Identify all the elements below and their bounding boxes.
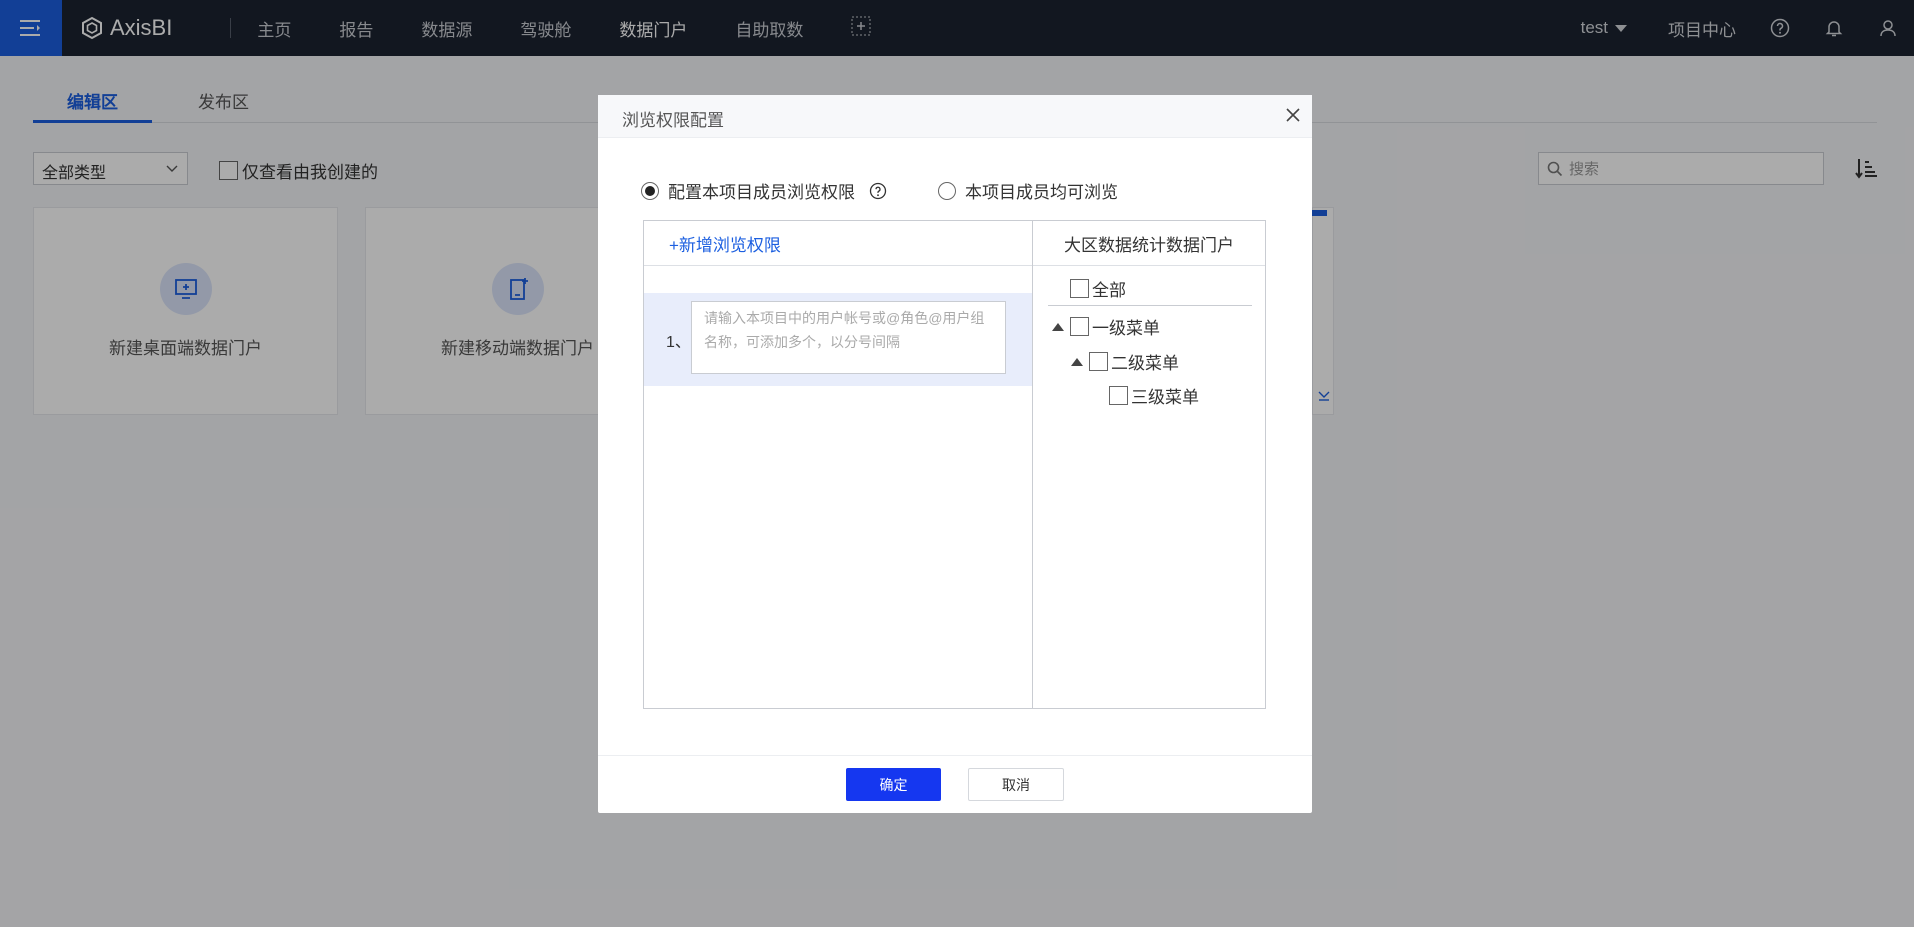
permission-list: +新增浏览权限 1、 请输入本项目中的用户帐号或@角色@用户组名称，可添加多个，… <box>644 221 1033 708</box>
checkbox-all[interactable] <box>1070 279 1089 298</box>
tree-label-level2: 二级菜单 <box>1111 354 1179 373</box>
browse-permission-dialog: 浏览权限配置 配置本项目成员浏览权限 本项目成员均可浏览 +新增浏览权限 1、 … <box>598 95 1312 813</box>
cancel-button[interactable]: 取消 <box>968 768 1064 801</box>
radio-config-members[interactable] <box>641 181 659 200</box>
checkbox-level1[interactable] <box>1070 317 1089 336</box>
radio-config-label[interactable]: 配置本项目成员浏览权限 <box>668 178 855 203</box>
dialog-title: 浏览权限配置 <box>622 111 724 130</box>
tree-label-level3: 三级菜单 <box>1131 388 1199 407</box>
confirm-button[interactable]: 确定 <box>846 768 941 801</box>
user-role-placeholder: 请输入本项目中的用户帐号或@角色@用户组名称，可添加多个，以分号间隔 <box>704 310 985 350</box>
radio-all-label[interactable]: 本项目成员均可浏览 <box>965 178 1118 203</box>
checkbox-level2[interactable] <box>1089 352 1108 371</box>
permission-row[interactable]: 1、 请输入本项目中的用户帐号或@角色@用户组名称，可添加多个，以分号间隔 <box>644 293 1032 386</box>
tree-label-all: 全部 <box>1092 281 1126 300</box>
close-button[interactable] <box>1284 106 1302 129</box>
help-icon <box>869 182 887 199</box>
dialog-header: 浏览权限配置 <box>598 95 1312 138</box>
expand-triangle-icon[interactable] <box>1071 357 1083 366</box>
tree-header: 大区数据统计数据门户 <box>1033 221 1265 266</box>
permission-panel: +新增浏览权限 1、 请输入本项目中的用户帐号或@角色@用户组名称，可添加多个，… <box>643 220 1266 709</box>
permission-mode-radios: 配置本项目成员浏览权限 本项目成员均可浏览 <box>641 178 1118 203</box>
radio-all-members[interactable] <box>938 181 956 200</box>
tree-item-level1[interactable]: 一级菜单 <box>1052 314 1160 339</box>
close-icon <box>1286 108 1300 122</box>
tree-item-level2[interactable]: 二级菜单 <box>1071 349 1179 374</box>
add-permission-link[interactable]: +新增浏览权限 <box>644 221 1032 266</box>
tree-item-all[interactable]: 全部 <box>1070 276 1126 301</box>
dialog-footer: 确定 取消 <box>598 755 1312 813</box>
tree-label-level1: 一级菜单 <box>1092 319 1160 338</box>
row-number: 1、 <box>666 334 691 351</box>
user-role-input[interactable]: 请输入本项目中的用户帐号或@角色@用户组名称，可添加多个，以分号间隔 <box>691 301 1006 374</box>
tree-divider <box>1048 305 1252 306</box>
menu-tree: 大区数据统计数据门户 全部 一级菜单 二级菜单 三级菜单 <box>1033 221 1265 708</box>
expand-triangle-icon[interactable] <box>1052 322 1064 331</box>
tree-item-level3[interactable]: 三级菜单 <box>1109 383 1199 408</box>
help-tooltip-trigger[interactable] <box>869 182 887 200</box>
checkbox-level3[interactable] <box>1109 386 1128 405</box>
